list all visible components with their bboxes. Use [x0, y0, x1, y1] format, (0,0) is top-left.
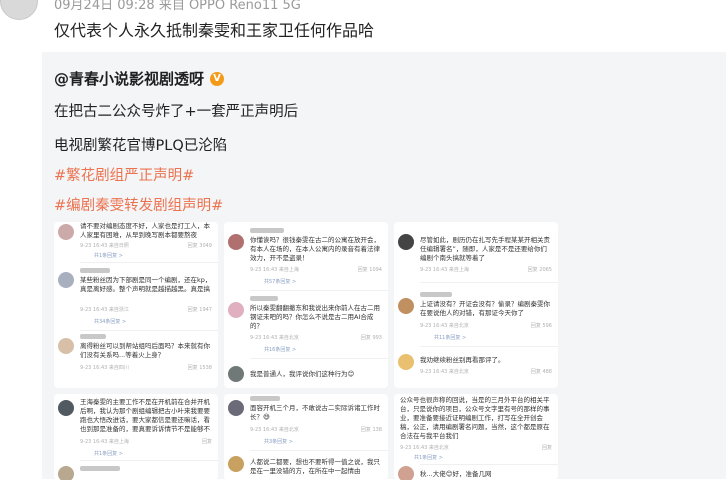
comment-actions: 回复 138 [360, 427, 382, 433]
repost-author-name[interactable]: @青春小说影视剧透呀 [54, 68, 204, 89]
post-meta: 09月24日 09:28 来自 OPPO Reno11 5G [54, 0, 301, 13]
image-grid: 请不要对编剧态度不好，人家也是打工人，本人家里有困难，从早到晚写剧本都要熬夜me… [54, 222, 714, 480]
avatar [228, 400, 244, 416]
comment-meta: 9-23 16:43 来自四川 [80, 365, 129, 371]
comment-actions: 回复 3049 [187, 243, 212, 249]
avatar [58, 466, 74, 480]
avatar [58, 338, 74, 354]
divider [80, 262, 218, 263]
comment-username [80, 334, 106, 339]
comment-text: 上证请没有？开证会没有？偷录？编剧秦雯你在要说他人的对错，有那证今天你了 [420, 300, 550, 317]
avatar [228, 234, 244, 250]
comment-username [250, 296, 278, 301]
comment-text: 请不要对编剧态度不好，人家也是打工人，本人家里有困难，从早到晚写剧本都要熬夜me… [80, 222, 210, 239]
comment-username [80, 268, 110, 273]
comment-text: 面容开机三个月，不敢说古二实际诉诸工作时长？😅 [250, 404, 380, 421]
comment-actions: 回复 1947 [187, 307, 212, 313]
verified-badge-icon: V [210, 71, 225, 86]
avatar [58, 272, 74, 288]
divider [250, 358, 388, 359]
comment-reply-count: 共1条回复 > [94, 451, 123, 457]
divider [80, 460, 218, 461]
comment-reply-count: 共16条回复 > [264, 347, 297, 353]
repost-line-2: 电视剧繁花官博PLQ已沦陷 [54, 138, 228, 154]
comment-text: 所以秦雯翻翻撤东和我说出来你前人在古二用钢证未吧的吗？你怎么不说是古二用AI合成… [250, 304, 380, 330]
topic-tag-1[interactable]: #繁花剧组严正声明# [54, 164, 194, 185]
repost-card[interactable]: @青春小说影视剧透呀 V 在把古二公众号炸了+一套严正声明后 电视剧繁花官博PL… [42, 52, 726, 480]
comment-meta: 9-23 16:43 来自北京 [420, 323, 469, 329]
comment-actions: 回复 1094 [357, 267, 382, 273]
comment-reply-count: 共57条回复 > [264, 279, 297, 285]
comment-text: 公众号也很声称的回说，当是的三月外平台的相关平台，只是说你的项目，公众号文字里有… [400, 396, 550, 440]
divider [250, 290, 388, 291]
comment-screenshot-2[interactable]: 你懂诶吗？很钱秦雯在古二的公寓在放开会，有本人在场的，在本人公寓内的录音有着法律… [224, 222, 388, 388]
comment-reply-count: 共11条回复 > [434, 335, 467, 341]
avatar [58, 224, 74, 240]
comment-meta: 9-23 16:43 来自北京 [420, 369, 469, 375]
divider [420, 282, 558, 283]
comment-reply-count: 共34条回复 > [94, 319, 127, 325]
comment-meta: 9-23 16:43 来自浙江 [80, 307, 129, 313]
comment-meta: 9-23 16:43 来自北京 [250, 427, 299, 433]
comment-meta: 9-23 16:43 来自上海 [250, 267, 299, 273]
comment-actions: 回复 [201, 439, 212, 445]
comment-username [420, 292, 452, 297]
comment-text: 我劝继续粉丝别再看那评了。 [420, 356, 505, 364]
comment-username [250, 228, 284, 233]
comment-text: 尽管如此，剧历仍在扎写先手程某某开相关责任编辑署名”，随即，人家是不是还要给你们… [420, 236, 550, 262]
comment-actions: 回复 993 [360, 335, 382, 341]
repost-author[interactable]: @青春小说影视剧透呀 V [54, 68, 225, 89]
comment-text: 你懂诶吗？很钱秦雯在古二的公寓在放开会，有本人在场的，在本人公寓内的录音有着法律… [250, 236, 380, 262]
divider [250, 450, 388, 451]
avatar [398, 466, 414, 480]
comment-text: 王海秦雯的主要工作不是在开机前在合并开机后啊，我认为那个剧组编辑把古小叶来我要要… [80, 398, 210, 433]
comment-text: 某些粉丝因为下部剧是同一个编剧，还在kp，真是离好感。整个声明就是越描越黑。真是… [80, 276, 212, 293]
comment-screenshot-6[interactable]: 公众号也很声称的回说，当是的三月外平台的相关平台，只是说你的项目，公众号文字里有… [394, 394, 558, 480]
avatar [228, 456, 244, 472]
comment-actions: 回复 1538 [187, 365, 212, 371]
divider [420, 346, 558, 347]
post-text: 仅代表个人永久抵制秦雯和王家卫任何作品哈 [54, 21, 375, 40]
divider [420, 464, 558, 465]
comment-screenshot-3[interactable]: 尽管如此，剧历仍在扎写先手程某某开相关责任编辑署名”，随即，人家是不是还要给你们… [394, 222, 558, 388]
avatar [398, 298, 414, 314]
avatar [228, 302, 244, 318]
topic-tag-2[interactable]: #编剧秦雯转发剧组声明# [54, 194, 223, 215]
comment-actions: 回复 2065 [527, 267, 552, 273]
comment-meta: 9-23 16:43 来自北京 [400, 445, 449, 451]
comment-screenshot-4[interactable]: 王海秦雯的主要工作不是在开机前在合并开机后啊，我认为那个剧组编辑把古小叶来我要要… [54, 394, 218, 480]
comment-meta: 9-23 16:43 来自上海 [420, 267, 469, 273]
comment-reply-count: 共1条回复 > [94, 253, 123, 259]
user-avatar[interactable] [0, 0, 38, 20]
repost-line-1: 在把古二公众号炸了+一套严正声明后 [54, 104, 299, 120]
comment-screenshot-5[interactable]: 面容开机三个月，不敢说古二实际诉诸工作时长？😅 9-23 16:43 来自北京 … [224, 394, 388, 480]
comment-meta: 9-23 16:43 来自北京 [250, 335, 299, 341]
divider [80, 330, 218, 331]
comment-text: 我是普通人，我评说你们这种行为😊 [250, 370, 355, 378]
comment-actions: 回复 596 [530, 323, 552, 329]
comment-text: 离得粉丝可以到帮站组吗后面吗？本来就有你们没有关系吗...等着火上身？ [80, 342, 210, 359]
comment-username [250, 396, 280, 401]
comment-actions: 回复 [541, 445, 552, 451]
comment-actions: 回复 488 [530, 369, 552, 375]
avatar [58, 400, 74, 416]
comment-text: 人都说二都要，想也不要听得一值之说，我只是在一里没错的方，在所在中一起情由 [250, 458, 380, 475]
avatar [228, 366, 244, 382]
post-header: 09月24日 09:28 来自 OPPO Reno11 5G 仅代表个人永久抵制… [0, 0, 726, 48]
comment-username [80, 466, 120, 471]
comment-screenshot-1[interactable]: 请不要对编剧态度不好，人家也是打工人，本人家里有困难，从早到晚写剧本都要熬夜me… [54, 222, 218, 388]
avatar [398, 234, 414, 250]
comment-meta: 9-23 16:43 来自上海 [80, 439, 129, 445]
avatar [398, 354, 414, 370]
comment-meta: 9-23 16:43 来自日照 [80, 243, 129, 249]
comment-reply-count: 共1条回复 > [414, 455, 443, 461]
comment-reply-count: 共3条回复 > [264, 439, 293, 445]
